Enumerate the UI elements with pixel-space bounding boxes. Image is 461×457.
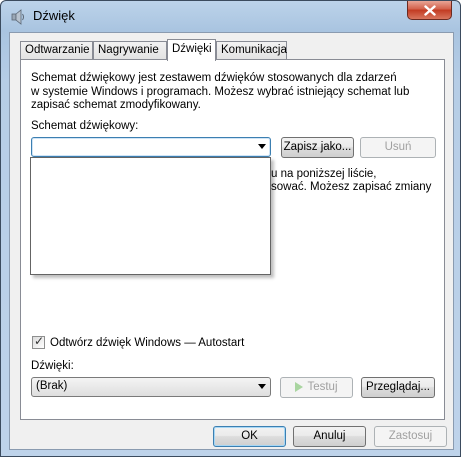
window-title: Dźwięk: [33, 8, 75, 23]
speaker-icon: [11, 9, 24, 25]
ok-button[interactable]: OK: [213, 426, 286, 447]
window-frame: Dźwięk Odtwarzanie Nagrywanie Dźwięki Ko…: [0, 0, 461, 457]
autostart-label[interactable]: Odtwórz dźwięk Windows — Autostart: [50, 336, 244, 350]
events-text-line-1: u na poniższej liście,: [271, 168, 377, 180]
apply-button[interactable]: Zastosuj: [374, 426, 447, 447]
events-text-line-2: sować. Możesz zapisać zmiany: [271, 181, 432, 193]
close-icon: [423, 4, 436, 16]
scheme-label: Schemat dźwiękowy:: [31, 120, 139, 132]
autostart-checkbox[interactable]: ✓: [32, 334, 45, 349]
play-icon: [295, 381, 304, 392]
sounds-label: Dźwięki:: [31, 360, 74, 372]
delete-scheme-button[interactable]: Usuń: [360, 137, 436, 158]
save-as-button[interactable]: Zapisz jako...: [281, 137, 354, 158]
tab-recording[interactable]: Nagrywanie: [93, 41, 167, 59]
close-button[interactable]: [407, 1, 452, 20]
tab-communications[interactable]: Komunikacja: [216, 41, 287, 59]
cancel-button[interactable]: Anuluj: [293, 426, 366, 447]
description-line-3: zapisać schemat zmodyfikowany.: [31, 99, 201, 111]
scheme-dropdown-list[interactable]: [30, 157, 271, 275]
browse-button[interactable]: Przeglądaj...: [361, 377, 435, 398]
chevron-down-icon: [258, 144, 266, 149]
tab-sounds[interactable]: Dźwięki: [167, 39, 216, 61]
tab-playback[interactable]: Odtwarzanie: [20, 41, 93, 59]
sound-file-value: (Brak): [36, 380, 68, 392]
description-line-1: Schemat dźwiękowy jest zestawem dźwięków…: [31, 72, 397, 84]
scheme-combobox[interactable]: [31, 137, 271, 157]
test-button-label: Testuj: [307, 381, 338, 393]
test-button[interactable]: Testuj: [280, 377, 353, 398]
checkmark-icon: ✓: [34, 334, 45, 348]
sound-file-combobox[interactable]: (Brak): [31, 377, 271, 397]
description-line-2: w systemie Windows i programach. Możesz …: [31, 86, 410, 98]
chevron-down-icon: [258, 384, 266, 389]
